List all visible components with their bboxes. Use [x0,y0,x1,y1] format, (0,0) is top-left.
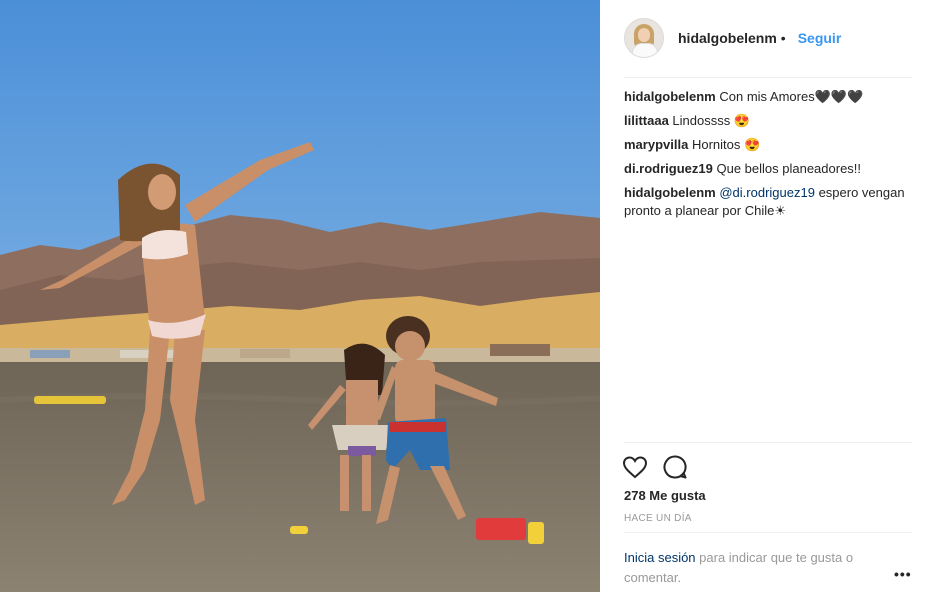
comment-text: Hornitos 😍 [691,137,761,152]
comment-item: lilittaaa Lindossss 😍 [624,112,912,130]
avatar[interactable] [624,18,664,58]
comment-text: Lindossss 😍 [672,113,751,128]
follow-button[interactable]: Seguir [798,30,842,46]
comment-username[interactable]: hidalgobelenm [624,185,716,200]
comments-list: hidalgobelenm Con mis Amores🖤🖤🖤 lilittaa… [624,88,912,226]
separator-dot: • [780,30,786,46]
login-link[interactable]: Inicia sesión [624,550,696,565]
comment-text: Que bellos planeadores!! [716,161,862,176]
comment-item: hidalgobelenm Con mis Amores🖤🖤🖤 [624,88,912,106]
comment-username[interactable]: hidalgobelenm [624,89,716,104]
likes-count[interactable]: 278 Me gusta [624,488,706,503]
comment-username[interactable]: lilittaaa [624,113,669,128]
more-options-button[interactable]: ••• [894,566,912,582]
comment-mention[interactable]: @di.rodriguez19 [719,185,815,200]
divider [624,532,912,533]
post-timestamp[interactable]: HACE UN DÍA [624,513,692,524]
comment-username[interactable]: marypvilla [624,137,688,152]
comment-item: di.rodriguez19 Que bellos planeadores!! [624,160,912,178]
comment-item: hidalgobelenm @di.rodriguez19 espero ven… [624,184,912,220]
post-photo[interactable] [0,0,600,592]
author-username[interactable]: hidalgobelenm [678,30,777,46]
comment-text: Con mis Amores🖤🖤🖤 [719,89,864,104]
divider [624,77,912,78]
post-header: hidalgobelenm • Seguir [624,18,912,58]
beach-photo [0,0,600,592]
heart-icon[interactable] [622,455,648,479]
comment-icon[interactable] [662,454,688,480]
login-prompt: Inicia sesión para indicar que te gusta … [624,548,884,588]
divider [624,442,912,443]
action-bar [622,454,688,480]
comment-item: marypvilla Hornitos 😍 [624,136,912,154]
post-sidebar: hidalgobelenm • Seguir hidalgobelenm Con… [600,0,931,592]
comment-username[interactable]: di.rodriguez19 [624,161,713,176]
